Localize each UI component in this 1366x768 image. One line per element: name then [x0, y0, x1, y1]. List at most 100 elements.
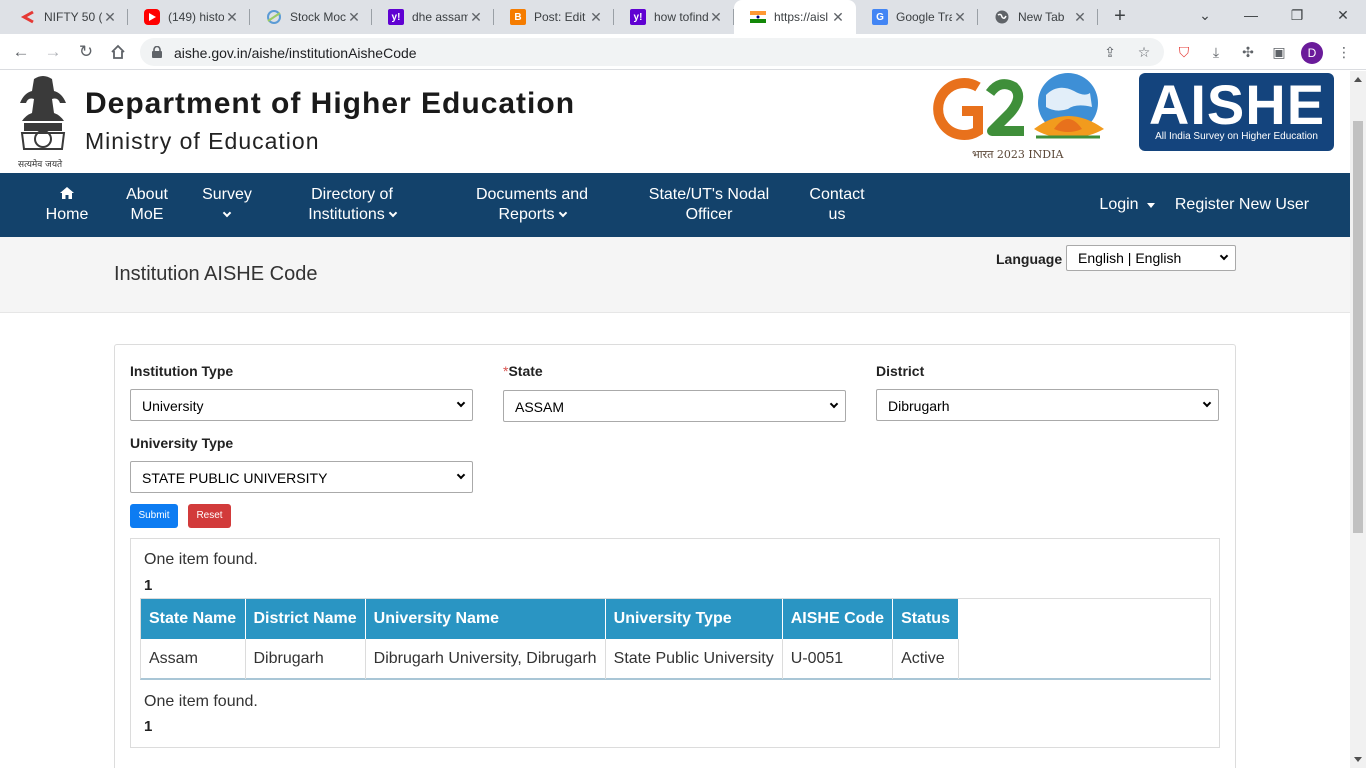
table-header-row: State Name District Name University Name… [141, 599, 960, 639]
nav-login-label: Login [1099, 196, 1139, 213]
state-label: *State [503, 363, 543, 379]
university-type-select[interactable]: STATE PUBLIC UNIVERSITY [130, 461, 473, 493]
home-icon[interactable] [105, 39, 131, 65]
column-header-aishe-code[interactable]: AISHE Code [782, 599, 894, 639]
profile-avatar[interactable]: D [1301, 42, 1323, 64]
pagination-page-top[interactable]: 1 [144, 577, 152, 594]
nav-register-new-user[interactable]: Register New User [1168, 173, 1316, 237]
close-tab-icon[interactable]: ✕ [1072, 9, 1088, 26]
youtube-icon [144, 9, 160, 25]
column-header-state-name[interactable]: State Name [141, 599, 246, 639]
ministry-subtitle: Ministry of Education [85, 128, 320, 154]
cell-university-name: Dibrugarh University, Dibrugarh [365, 639, 606, 679]
browser-tab[interactable]: NIFTY 50 ( ✕ [4, 0, 128, 34]
nifty-icon [20, 9, 36, 25]
district-select[interactable]: Dibrugarh [876, 389, 1219, 421]
nav-documents-dropdown[interactable]: Documents and Reports [462, 173, 602, 237]
lock-icon [152, 45, 162, 58]
restore-button[interactable]: ❐ [1274, 0, 1320, 34]
page-viewport: सत्यमेव जयते Department of Higher Educat… [0, 71, 1350, 768]
nav-survey-label: Survey [202, 186, 252, 203]
results-table: State Name District Name University Name… [141, 599, 960, 679]
pagination-page-bottom[interactable]: 1 [144, 718, 152, 735]
forward-arrow-icon[interactable]: → [40, 39, 66, 65]
address-bar[interactable]: aishe.gov.in/aishe/institutionAisheCode … [140, 38, 1164, 66]
close-tab-icon[interactable]: ✕ [102, 9, 118, 26]
blogger-icon: B [510, 9, 526, 25]
column-header-university-name[interactable]: University Name [365, 599, 606, 639]
close-tab-icon[interactable]: ✕ [346, 9, 362, 26]
emblem-motto: सत्यमेव जयते [18, 160, 63, 170]
globe-icon [994, 9, 1010, 25]
nav-directory-dropdown[interactable]: Directory of Institutions [290, 173, 414, 237]
url-text: aishe.gov.in/aishe/institutionAisheCode [174, 45, 417, 61]
share-icon[interactable]: ⇪ [1100, 42, 1120, 62]
browser-tab[interactable]: y! how tofind ✕ [614, 0, 734, 34]
bookmark-star-icon[interactable]: ☆ [1134, 42, 1154, 62]
column-header-district-name[interactable]: District Name [245, 599, 366, 639]
close-tab-icon[interactable]: ✕ [224, 9, 240, 26]
reset-button[interactable]: Reset [188, 504, 231, 528]
cell-status: Active [892, 639, 960, 679]
nav-home[interactable]: Home [37, 173, 97, 237]
close-tab-icon[interactable]: ✕ [830, 9, 846, 26]
browser-tab-active[interactable]: https://aisl ✕ [734, 0, 856, 34]
extensions-puzzle-icon[interactable]: ✣ [1237, 41, 1259, 63]
tab-title: Post: Edit [534, 10, 586, 24]
browser-tab[interactable]: B Post: Edit ✕ [494, 0, 614, 34]
more-menu-icon[interactable]: ⋮ [1333, 41, 1355, 63]
close-tab-icon[interactable]: ✕ [588, 9, 604, 26]
results-summary-bottom: One item found. [144, 693, 258, 710]
nav-nodal-officer[interactable]: State/UT's Nodal Officer [640, 173, 778, 237]
close-tab-icon[interactable]: ✕ [952, 9, 968, 26]
national-emblem-logo: सत्यमेव जयते [14, 73, 72, 171]
nav-login-dropdown[interactable]: Login [1092, 173, 1162, 237]
browser-tab[interactable]: New Tab ✕ [978, 0, 1098, 34]
caret-down-icon [1146, 202, 1155, 208]
nav-documents-label-line1: Documents and [475, 186, 589, 203]
cell-university-type: State Public University [605, 639, 783, 679]
home-icon [60, 185, 74, 205]
column-header-university-type[interactable]: University Type [605, 599, 783, 639]
tab-title: NIFTY 50 ( [44, 10, 102, 24]
scroll-up-arrow-icon[interactable] [1354, 77, 1362, 82]
language-select[interactable]: English | English [1066, 245, 1236, 271]
nav-directory-label-line1: Directory of [311, 186, 393, 203]
table-row: Assam Dibrugarh Dibrugarh University, Di… [141, 639, 960, 679]
close-tab-icon[interactable]: ✕ [708, 9, 724, 26]
close-window-button[interactable]: ✕ [1320, 0, 1366, 34]
browser-tab[interactable]: y! dhe assam ✕ [372, 0, 494, 34]
nav-contact-us[interactable]: Contact us [800, 173, 874, 237]
page-scrollbar[interactable] [1350, 71, 1366, 768]
nav-contact-label-line1: Contact [809, 186, 865, 203]
minimize-button[interactable]: — [1228, 0, 1274, 34]
chevron-down-icon [456, 398, 466, 408]
new-tab-button[interactable]: + [1108, 4, 1132, 28]
nav-survey-dropdown[interactable]: Survey [195, 173, 259, 237]
state-select[interactable]: ASSAM [503, 390, 846, 422]
browser-tab[interactable]: (149) histo ✕ [128, 0, 250, 34]
tab-title: https://aisl [774, 10, 829, 24]
browser-tab[interactable]: G Google Tra ✕ [856, 0, 978, 34]
tab-title: how tofind [654, 10, 708, 24]
chevron-down-icon [829, 399, 839, 409]
nav-nodal-label-line1: State/UT's Nodal [648, 186, 770, 203]
browser-tab[interactable]: Stock Moc ✕ [250, 0, 372, 34]
chevron-down-icon [388, 208, 397, 218]
close-tab-icon[interactable]: ✕ [468, 9, 484, 26]
reload-icon[interactable]: ↻ [73, 39, 99, 65]
back-arrow-icon[interactable]: ← [8, 39, 34, 65]
results-summary-top: One item found. [144, 551, 258, 568]
nav-about-moe[interactable]: About MoE [116, 173, 178, 237]
scroll-down-arrow-icon[interactable] [1354, 757, 1362, 762]
extension-pocket-icon[interactable]: ⛉ [1173, 41, 1195, 63]
submit-button[interactable]: Submit [130, 504, 178, 528]
institution-type-select[interactable]: University [130, 389, 473, 421]
nav-about-label-line2: MoE [130, 206, 164, 223]
side-panel-icon[interactable]: ▣ [1268, 41, 1290, 63]
chevron-down-icon [1202, 398, 1212, 408]
column-header-status[interactable]: Status [892, 599, 960, 639]
download-icon[interactable]: ⤓ [1205, 41, 1227, 63]
tab-search-icon[interactable]: ⌄ [1182, 0, 1228, 34]
scrollbar-thumb[interactable] [1353, 121, 1363, 533]
